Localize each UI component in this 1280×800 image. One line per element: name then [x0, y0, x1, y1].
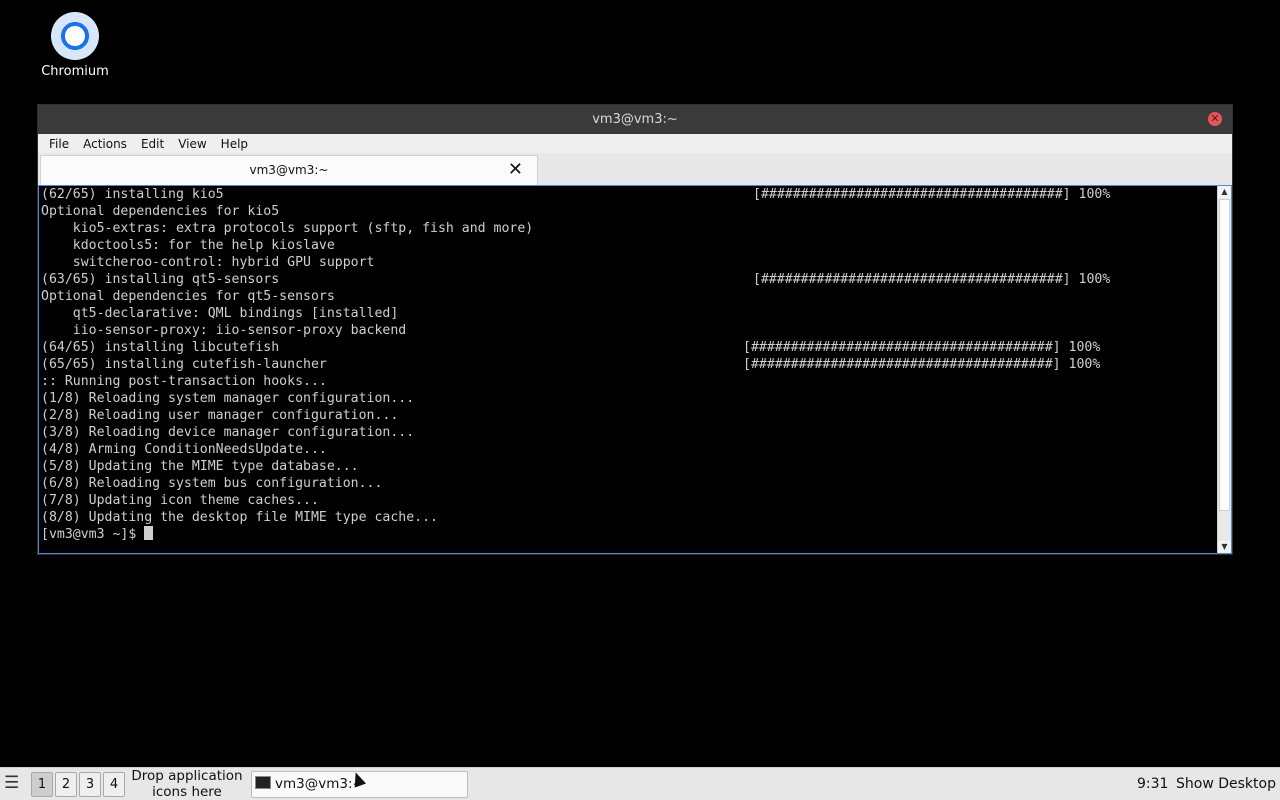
- terminal-line-text: (7/8) Updating icon theme caches...: [41, 493, 319, 508]
- terminal-line-text: (2/8) Reloading user manager configurati…: [41, 408, 399, 423]
- window-title: vm3@vm3:~: [592, 112, 678, 127]
- workspace-4-button[interactable]: 4: [103, 772, 125, 797]
- terminal-line: iio-sensor-proxy: iio-sensor-proxy backe…: [41, 322, 1215, 339]
- terminal-line: (4/8) Arming ConditionNeedsUpdate...: [41, 441, 1215, 458]
- terminal-line-text: (4/8) Arming ConditionNeedsUpdate...: [41, 442, 327, 457]
- terminal-line: kio5-extras: extra protocols support (sf…: [41, 220, 1215, 237]
- terminal-line-text: Optional dependencies for kio5: [41, 204, 280, 219]
- menu-file[interactable]: File: [42, 137, 76, 151]
- terminal-line-text: (8/8) Updating the desktop file MIME typ…: [41, 510, 438, 525]
- progress-bar-text: [######################################]…: [743, 357, 1101, 372]
- terminal-output[interactable]: (62/65) installing kio5 [################…: [41, 186, 1215, 553]
- desktop-icon-label: Chromium: [41, 64, 109, 79]
- terminal-line-text: Optional dependencies for qt5-sensors: [41, 289, 335, 304]
- terminal-line-text: (6/8) Reloading system bus configuration…: [41, 476, 383, 491]
- terminal-line: (62/65) installing kio5 [################…: [41, 186, 1215, 203]
- terminal-line-text: (65/65) installing cutefish-launcher: [41, 357, 327, 372]
- clock[interactable]: 9:31: [1137, 768, 1168, 800]
- workspace-1-button[interactable]: 1: [31, 772, 53, 797]
- window-titlebar[interactable]: vm3@vm3:~ ✕: [38, 105, 1232, 134]
- close-icon[interactable]: ✕: [1208, 112, 1222, 126]
- terminal-line-text: (63/65) installing qt5-sensors: [41, 272, 280, 287]
- menu-edit[interactable]: Edit: [134, 137, 171, 151]
- terminal-prompt-line[interactable]: [vm3@vm3 ~]$: [41, 526, 1215, 543]
- tab-terminal[interactable]: vm3@vm3:~ ✕: [40, 155, 538, 185]
- taskbar: ☰ 1 2 3 4 Drop application icons here vm…: [0, 767, 1280, 800]
- terminal-line: (64/65) installing libcutefish [#########…: [41, 339, 1215, 356]
- progress-bar-text: [######################################]…: [743, 340, 1101, 355]
- terminal-line: (7/8) Updating icon theme caches...: [41, 492, 1215, 509]
- tab-label: vm3@vm3:~: [249, 163, 329, 177]
- terminal-line: (1/8) Reloading system manager configura…: [41, 390, 1215, 407]
- workspace-2-button[interactable]: 2: [55, 772, 77, 797]
- terminal-area[interactable]: (62/65) installing kio5 [################…: [38, 185, 1232, 554]
- terminal-line: switcheroo-control: hybrid GPU support: [41, 254, 1215, 271]
- shell-prompt: [vm3@vm3 ~]$: [41, 527, 145, 542]
- terminal-line-text: switcheroo-control: hybrid GPU support: [41, 255, 375, 270]
- close-tab-icon[interactable]: ✕: [508, 156, 523, 184]
- desktop-icon-chromium[interactable]: Chromium: [30, 10, 120, 79]
- progress-bar-text: [######################################]…: [753, 272, 1111, 287]
- terminal-line: (3/8) Reloading device manager configura…: [41, 424, 1215, 441]
- drop-text-line1: Drop application: [131, 768, 243, 784]
- show-desktop-button[interactable]: Show Desktop: [1176, 768, 1276, 800]
- quicklaunch-drop-area[interactable]: Drop application icons here: [128, 768, 246, 800]
- terminal-line-text: iio-sensor-proxy: iio-sensor-proxy backe…: [41, 323, 407, 338]
- drop-text-line2: icons here: [152, 784, 222, 800]
- menu-actions[interactable]: Actions: [76, 137, 134, 151]
- chromium-icon: [51, 12, 99, 60]
- menu-bar: File Actions Edit View Help: [38, 134, 1232, 153]
- tab-bar: vm3@vm3:~ ✕: [38, 153, 1232, 186]
- terminal-line-text: (3/8) Reloading device manager configura…: [41, 425, 415, 440]
- terminal-line: (6/8) Reloading system bus configuration…: [41, 475, 1215, 492]
- terminal-line-text: kdoctools5: for the help kioslave: [41, 238, 335, 253]
- terminal-line: :: Running post-transaction hooks...: [41, 373, 1215, 390]
- terminal-line: qt5-declarative: QML bindings [installed…: [41, 305, 1215, 322]
- terminal-line: kdoctools5: for the help kioslave: [41, 237, 1215, 254]
- scroll-up-arrow-icon[interactable]: ▲: [1218, 186, 1231, 198]
- terminal-line-text: qt5-declarative: QML bindings [installed…: [41, 306, 399, 321]
- terminal-line-text: :: Running post-transaction hooks...: [41, 374, 327, 389]
- terminal-line-text: (5/8) Updating the MIME type database...: [41, 459, 359, 474]
- start-menu-icon[interactable]: ☰: [4, 773, 24, 793]
- scrollbar-thumb[interactable]: [1219, 199, 1230, 511]
- terminal-line: (65/65) installing cutefish-launcher [###…: [41, 356, 1215, 373]
- terminal-line: Optional dependencies for kio5: [41, 203, 1215, 220]
- terminal-line: (5/8) Updating the MIME type database...: [41, 458, 1215, 475]
- progress-bar-text: [######################################]…: [753, 187, 1111, 202]
- terminal-line-text: kio5-extras: extra protocols support (sf…: [41, 221, 534, 236]
- scroll-down-arrow-icon[interactable]: ▼: [1218, 541, 1231, 553]
- terminal-scrollbar[interactable]: ▲ ▼: [1217, 186, 1231, 553]
- terminal-line-text: (62/65) installing kio5: [41, 187, 224, 202]
- text-cursor: [144, 526, 154, 540]
- terminal-line-text: (1/8) Reloading system manager configura…: [41, 391, 415, 406]
- menu-help[interactable]: Help: [214, 137, 255, 151]
- terminal-line: (63/65) installing qt5-sensors [#########…: [41, 271, 1215, 288]
- terminal-line: Optional dependencies for qt5-sensors: [41, 288, 1215, 305]
- terminal-line: (2/8) Reloading user manager configurati…: [41, 407, 1215, 424]
- terminal-icon: [255, 776, 271, 789]
- terminal-line: (8/8) Updating the desktop file MIME typ…: [41, 509, 1215, 526]
- menu-view[interactable]: View: [171, 137, 213, 151]
- terminal-line-text: (64/65) installing libcutefish: [41, 340, 280, 355]
- terminal-window: vm3@vm3:~ ✕ File Actions Edit View Help …: [38, 105, 1232, 554]
- workspace-3-button[interactable]: 3: [79, 772, 101, 797]
